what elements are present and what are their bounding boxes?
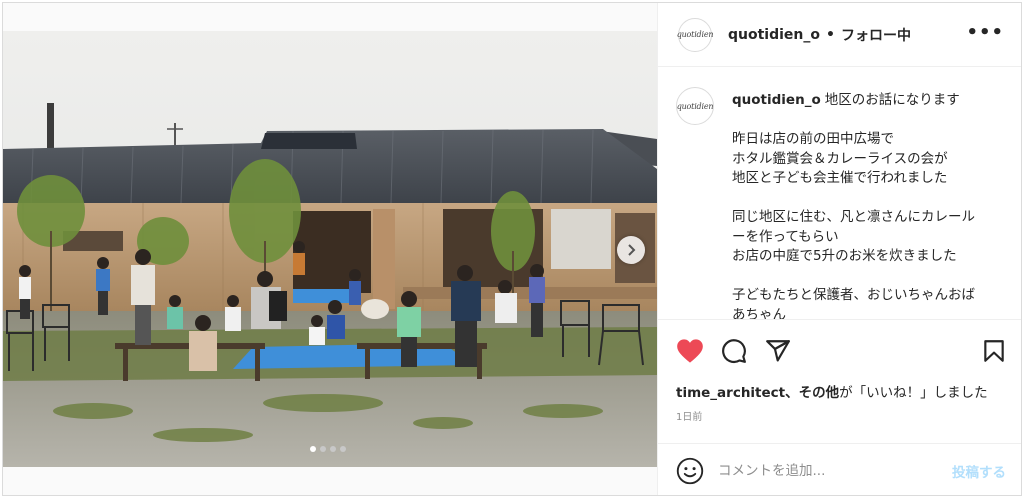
caption-text: quotidien_o 地区のお話になります 昨日は店の前の田中広場で ホタル鑑賞… <box>732 91 1002 319</box>
carousel-indicator <box>310 446 346 452</box>
post-media <box>3 3 657 495</box>
post-details-panel: quotidien quotidien_o • フォロー中 ••• quotid… <box>657 3 1021 495</box>
likes-others-link[interactable]: 、その他 <box>785 385 839 401</box>
post-comment-button[interactable]: 投稿する <box>952 461 1006 481</box>
photo-illustration <box>3 31 657 467</box>
caption-line: あちゃん <box>732 306 786 320</box>
caption-line: ホタル鑑賞会＆カレーライスの会が <box>732 150 948 167</box>
post-window: quotidien quotidien_o • フォロー中 ••• quotid… <box>2 2 1022 496</box>
carousel-dot-3 <box>330 446 336 452</box>
share-icon[interactable] <box>764 338 792 364</box>
caption-line: ーを作ってもらい <box>732 228 839 245</box>
emoji-icon[interactable] <box>676 457 704 485</box>
post-header: quotidien quotidien_o • フォロー中 ••• <box>658 3 1021 67</box>
post-photo[interactable] <box>3 31 657 467</box>
save-bookmark-icon[interactable] <box>980 338 1008 364</box>
likes-summary: time_architect、その他が「いいね！」しました <box>676 381 988 401</box>
caption-line: 同じ地区に住む、凡と凛さんにカレール <box>732 209 975 225</box>
caption-avatar[interactable]: quotidien <box>676 87 714 125</box>
avatar-logo: quotidien <box>676 101 714 111</box>
caption-gap <box>732 111 1002 131</box>
caption-username[interactable]: quotidien_o <box>732 92 821 108</box>
header-username[interactable]: quotidien_o <box>728 27 820 43</box>
liker-username[interactable]: time_architect <box>676 385 785 401</box>
caption-gap <box>732 267 1002 287</box>
avatar[interactable]: quotidien <box>676 17 714 52</box>
comment-icon[interactable] <box>720 338 748 364</box>
carousel-dot-1 <box>310 446 316 452</box>
comment-input[interactable] <box>718 462 938 479</box>
carousel-next-button[interactable] <box>617 236 645 264</box>
carousel-dot-4 <box>340 446 346 452</box>
follow-status-button[interactable]: フォロー中 <box>841 25 911 45</box>
action-bar <box>658 319 1021 379</box>
chevron-right-icon <box>628 244 636 256</box>
caption-line: 昨日は店の前の田中広場で <box>732 131 894 147</box>
caption-line: 子どもたちと保護者、おじいちゃんおば <box>732 287 975 303</box>
comment-bar: 投稿する <box>658 443 1021 495</box>
header-separator: • <box>826 26 835 43</box>
caption-line: 地区のお話になります <box>824 92 960 108</box>
caption-line: 地区と子ども会主催で行われました <box>732 170 948 186</box>
caption-line: お店の中庭で5升のお米を炊きました <box>732 248 957 264</box>
likes-suffix: が「いいね！」しました <box>839 385 988 401</box>
caption-area: quotidien quotidien_o 地区のお話になります 昨日は店の前の田… <box>658 67 1021 319</box>
avatar-logo: quotidien <box>676 30 714 39</box>
more-options-icon[interactable]: ••• <box>966 24 1004 42</box>
caption-gap <box>732 189 1002 209</box>
heart-icon[interactable] <box>676 338 704 364</box>
post-timestamp[interactable]: 1日前 <box>676 408 702 423</box>
carousel-dot-2 <box>320 446 326 452</box>
